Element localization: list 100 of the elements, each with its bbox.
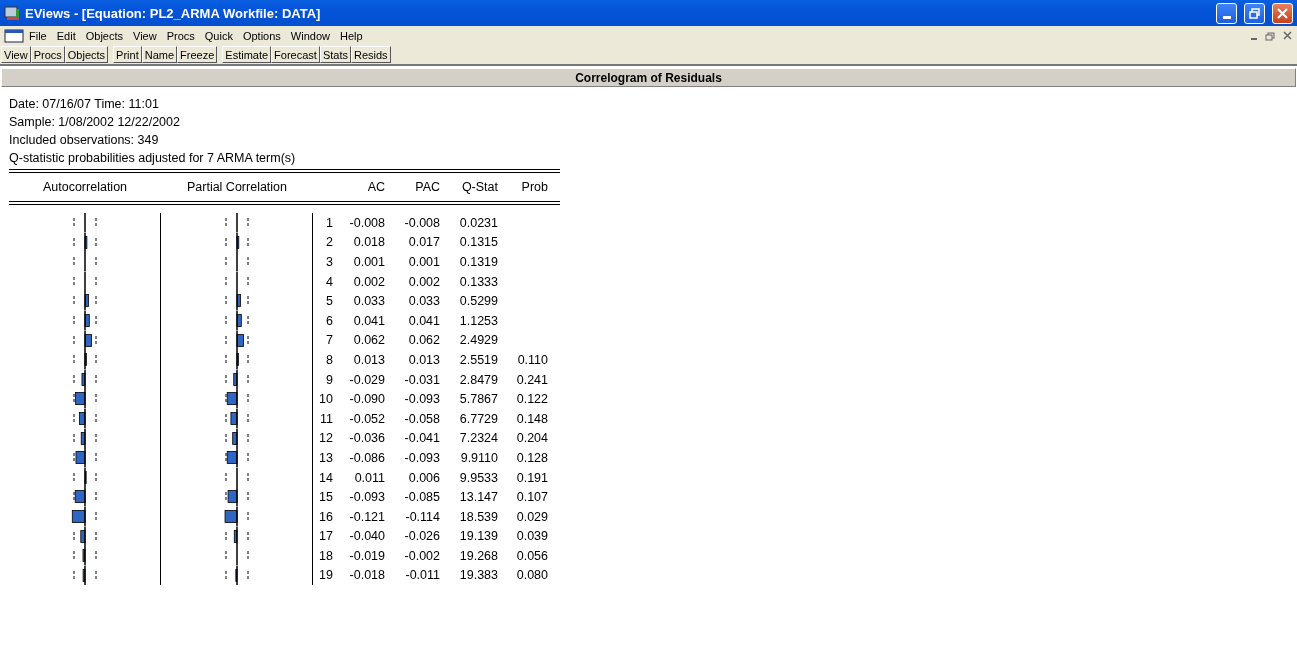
menu-item[interactable]: Help — [334, 29, 368, 42]
table-cell-text: -0.090 — [348, 392, 385, 407]
table-cell-text: 0.041 — [407, 313, 440, 328]
toolbar-button[interactable]: Name — [141, 46, 178, 63]
minimize-icon — [1222, 16, 1231, 19]
column-header: Autocorrelation — [41, 180, 129, 194]
partial-correlation-bar-drawing — [222, 213, 251, 233]
table-cell-text: 0.013 — [352, 352, 385, 367]
menu-item[interactable]: Procs — [161, 29, 200, 42]
autocorrelation-bar-drawing — [70, 330, 99, 351]
table-cell-text: 0.001 — [352, 255, 385, 269]
lag-number: 16 — [318, 509, 333, 524]
partial-correlation-bar-drawing — [222, 271, 251, 292]
toolbar-button[interactable]: Freeze — [177, 46, 218, 63]
autocorrelation-bar-drawing — [70, 252, 99, 272]
lag-number: 11 — [319, 411, 333, 426]
autocorrelation-bar-drawing — [70, 506, 99, 527]
table-cell-text: 0.191 — [515, 470, 548, 485]
toolbar-button[interactable]: Print — [113, 46, 142, 63]
autocorrelation-bar-drawing — [70, 271, 99, 292]
partial-correlation-bar-drawing — [222, 526, 251, 547]
menu-item[interactable]: Window — [285, 29, 335, 42]
partial-correlation-bar-drawing — [222, 565, 251, 586]
document-icon — [4, 28, 24, 43]
close-button[interactable] — [1272, 2, 1293, 24]
menu-item[interactable]: Objects — [80, 29, 128, 42]
table-cell-text: 5.7867 — [458, 392, 498, 407]
table-cell-text: 0.033 — [352, 294, 385, 309]
menu-item[interactable]: View — [128, 29, 162, 42]
info-text: Included observations: 349 — [9, 132, 160, 149]
partial-correlation-bar-drawing — [222, 232, 251, 253]
info-text: Q-statistic probabilities adjusted for 7 ARMA term(s) — [9, 150, 297, 167]
table-cell-text: 0.033 — [407, 294, 440, 309]
menu-item[interactable]: Quick — [199, 29, 238, 42]
toolbar-button[interactable]: View — [1, 46, 31, 63]
table-cell-text: -0.093 — [348, 490, 385, 505]
toolbar-button[interactable]: Procs — [30, 46, 65, 63]
table-cell-text: 0.204 — [515, 431, 548, 446]
table-cell-text: -0.008 — [348, 215, 385, 230]
menu-item[interactable]: Edit — [51, 29, 81, 42]
table-cell-text: 0.122 — [515, 392, 548, 407]
table-cell-text: 0.107 — [515, 490, 548, 505]
table-cell-text: 0.062 — [352, 333, 385, 348]
table-cell-text: -0.018 — [348, 568, 385, 583]
info-text: Date: 07/16/07 Time: 11:01 — [9, 96, 160, 113]
lag-number: 14 — [318, 470, 333, 485]
lag-number: 9 — [325, 372, 333, 387]
menu-item[interactable]: File — [24, 29, 52, 42]
table-cell-text: -0.019 — [348, 548, 385, 563]
table-cell-text: 0.062 — [407, 333, 440, 348]
column-header: AC — [366, 180, 385, 194]
lag-number: 2 — [325, 235, 333, 250]
toolbar-button[interactable]: Objects — [64, 46, 109, 63]
autocorrelation-bar-drawing — [70, 467, 99, 488]
restore-button[interactable] — [1244, 2, 1265, 24]
table-cell-text: 0.1315 — [458, 235, 498, 250]
table-cell-text: 6.7729 — [458, 411, 498, 426]
table-cell-text: 0.110 — [516, 352, 548, 367]
autocorrelation-bar-drawing — [70, 291, 99, 311]
menu-item[interactable]: Options — [237, 29, 286, 42]
view-title-bar: Correlogram of Residuals — [1, 68, 1296, 87]
table-cell-text: -0.026 — [403, 529, 440, 544]
toolbar-button[interactable]: Forecast — [271, 46, 320, 63]
table-cell-text: -0.008 — [403, 215, 440, 230]
partial-correlation-bar-drawing — [222, 330, 251, 351]
partial-correlation-bar-drawing — [222, 291, 251, 311]
toolbar-button[interactable]: Stats — [319, 46, 351, 63]
partial-correlation-bar-drawing — [222, 369, 251, 390]
lag-number: 1 — [325, 215, 333, 230]
lag-number: 13 — [318, 450, 333, 465]
table-cell-text: -0.086 — [348, 450, 385, 465]
table-cell-text: 0.002 — [352, 274, 385, 289]
autocorrelation-bar-drawing — [70, 310, 99, 331]
partial-correlation-bar-drawing — [222, 408, 251, 429]
lag-number: 6 — [325, 313, 333, 328]
table-cell-text: -0.041 — [403, 431, 440, 446]
table-cell-text: 19.383 — [458, 568, 498, 583]
table-cell-text: -0.002 — [403, 548, 440, 563]
partial-correlation-bar-drawing — [222, 389, 251, 409]
lag-number: 19 — [318, 568, 333, 583]
column-header: PAC — [414, 180, 440, 194]
lag-number: 8 — [325, 352, 333, 367]
table-cell-text: 0.039 — [515, 529, 548, 544]
table-cell-text: 0.5299 — [458, 294, 498, 309]
table-cell-text: 0.041 — [352, 313, 385, 328]
document-window-controls-icon — [1249, 29, 1293, 42]
table-cell-text: 19.268 — [458, 548, 498, 563]
table-cell-text: 0.080 — [515, 568, 548, 583]
table-cell-text: 2.8479 — [458, 372, 498, 387]
toolbar-button[interactable]: Resids — [350, 46, 391, 63]
table-cell-text: 18.539 — [458, 509, 498, 524]
table-cell-text: 0.017 — [407, 235, 440, 250]
partial-correlation-bar-drawing — [222, 467, 251, 488]
autocorrelation-bar-drawing — [70, 546, 99, 566]
table-cell-text: 0.011 — [353, 470, 385, 485]
minimize-button[interactable] — [1216, 2, 1237, 24]
lag-number: 3 — [325, 255, 333, 269]
toolbar-button[interactable]: Estimate — [222, 46, 272, 63]
table-cell-text: 0.018 — [352, 235, 385, 250]
table-cell-text: 2.5519 — [458, 352, 498, 367]
